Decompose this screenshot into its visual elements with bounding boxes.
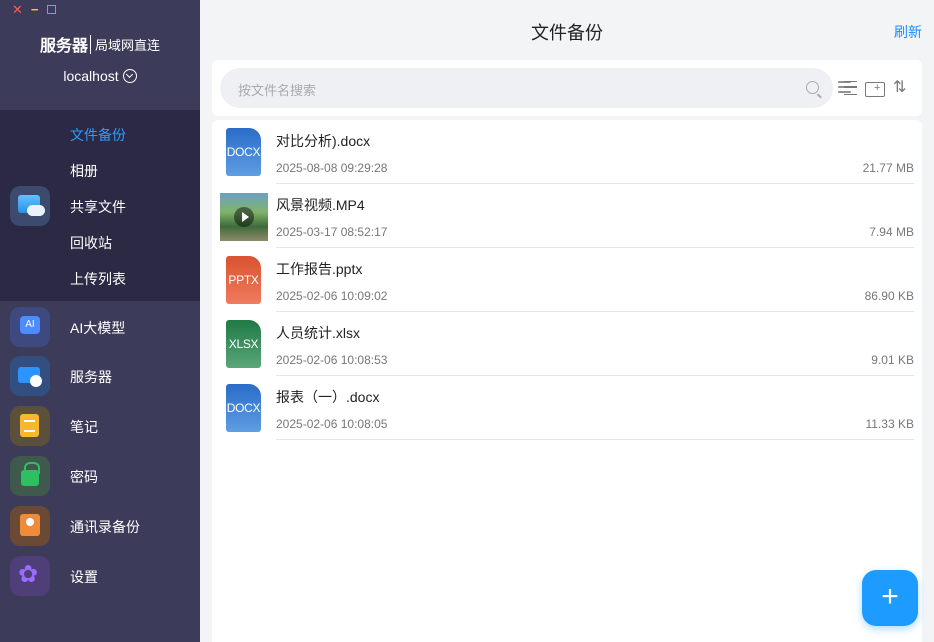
server-title: 服务器: [39, 38, 88, 55]
cloud-photo-icon: [10, 186, 50, 226]
minimize-window-button[interactable]: −: [31, 3, 39, 16]
file-date: 2025-08-08 09:29:28: [276, 161, 388, 175]
sidebar-item-label: 服务器: [70, 369, 112, 385]
file-date: 2025-03-17 08:52:17: [276, 225, 388, 239]
file-name: 工作报告.pptx: [276, 261, 363, 277]
contacts-backup-icon: [10, 506, 50, 546]
shared-files-group: 文件备份 相册 共享文件 回收站 上传列表: [0, 110, 200, 301]
refresh-button[interactable]: 刷新: [894, 22, 922, 42]
sidebar-item-label: 笔记: [70, 419, 98, 435]
main-content: 文件备份 刷新 按文件名搜索 ⇅ DOCX 对比分析).docx 2025-08…: [200, 0, 934, 642]
settings-icon: [10, 556, 50, 596]
ai-model-icon: [10, 307, 50, 347]
chevron-down-icon: [122, 69, 137, 83]
file-size: 7.94 MB: [869, 225, 914, 239]
maximize-window-button[interactable]: [46, 5, 56, 14]
video-thumbnail: [220, 193, 268, 241]
file-size: 11.33 KB: [865, 417, 914, 431]
new-folder-icon[interactable]: [865, 79, 885, 97]
sidebar-item-file-backup[interactable]: 文件备份: [70, 125, 126, 145]
sidebar-item-label: 密码: [70, 469, 98, 485]
add-button[interactable]: +: [862, 570, 918, 626]
sort-icon[interactable]: ⇅: [893, 79, 913, 97]
page-title: 文件备份: [531, 23, 603, 43]
sidebar-item-upload-list[interactable]: 上传列表: [70, 269, 126, 289]
sidebar-item-passwords[interactable]: 密码: [0, 454, 200, 498]
docx-file-icon: DOCX: [226, 384, 261, 432]
sidebar-item-label: AI大模型: [70, 320, 126, 336]
sidebar-item-album[interactable]: 相册: [70, 161, 98, 181]
file-size: 86.90 KB: [864, 289, 914, 303]
play-icon: [234, 207, 254, 227]
server-icon: [10, 356, 50, 396]
sidebar-item-label: 设置: [70, 569, 98, 585]
divider: [276, 439, 914, 440]
search-toolbar: 按文件名搜索 ⇅: [212, 60, 922, 116]
server-header: 服务器 局域网直连 localhost: [0, 32, 200, 84]
search-placeholder: 按文件名搜索: [238, 83, 317, 98]
list-item[interactable]: 风景视频.MP4 2025-03-17 08:52:17 7.94 MB: [212, 184, 922, 248]
file-size: 21.77 MB: [862, 161, 914, 175]
sidebar-item-ai-model[interactable]: AI大模型: [0, 305, 200, 349]
sidebar-item-server[interactable]: 服务器: [0, 354, 200, 398]
file-name: 对比分析).docx: [276, 133, 371, 149]
file-list: DOCX 对比分析).docx 2025-08-08 09:29:28 21.7…: [212, 120, 922, 642]
sidebar-item-label: 通讯录备份: [70, 519, 140, 535]
xlsx-file-icon: XLSX: [226, 320, 261, 368]
file-date: 2025-02-06 10:08:05: [276, 417, 388, 431]
host-selector[interactable]: localhost: [0, 68, 200, 84]
sidebar-item-settings[interactable]: 设置: [0, 554, 200, 598]
file-date: 2025-02-06 10:09:02: [276, 289, 388, 303]
file-date: 2025-02-06 10:08:53: [276, 353, 388, 367]
list-item[interactable]: DOCX 报表（一）.docx 2025-02-06 10:08:05 11.3…: [212, 376, 922, 440]
sidebar-item-recycle-bin[interactable]: 回收站: [70, 233, 112, 253]
list-item[interactable]: XLSX 人员统计.xlsx 2025-02-06 10:08:53 9.01 …: [212, 312, 922, 376]
host-label: localhost: [63, 68, 119, 84]
search-input[interactable]: 按文件名搜索: [220, 68, 833, 108]
window-controls: ✕ −: [12, 3, 56, 16]
server-connection-mode: 局域网直连: [90, 34, 160, 54]
sidebar-item-contacts-backup[interactable]: 通讯录备份: [0, 504, 200, 548]
pptx-file-icon: PPTX: [226, 256, 261, 304]
list-item[interactable]: PPTX 工作报告.pptx 2025-02-06 10:09:02 86.90…: [212, 248, 922, 312]
list-select-icon[interactable]: [838, 79, 858, 97]
file-size: 9.01 KB: [871, 353, 914, 367]
file-name: 人员统计.xlsx: [276, 325, 360, 341]
sidebar-item-shared-files[interactable]: 共享文件: [70, 197, 126, 217]
docx-file-icon: DOCX: [226, 128, 261, 176]
search-icon[interactable]: [806, 81, 819, 94]
file-name: 风景视频.MP4: [276, 197, 365, 213]
sidebar-item-notes[interactable]: 笔记: [0, 404, 200, 448]
close-window-button[interactable]: ✕: [12, 3, 23, 16]
note-icon: [10, 406, 50, 446]
file-name: 报表（一）.docx: [276, 389, 380, 405]
sidebar: ✕ − 服务器 局域网直连 localhost 文件备份 相册 共享文件 回收站 …: [0, 0, 200, 642]
password-lock-icon: [10, 456, 50, 496]
list-item[interactable]: DOCX 对比分析).docx 2025-08-08 09:29:28 21.7…: [212, 120, 922, 184]
